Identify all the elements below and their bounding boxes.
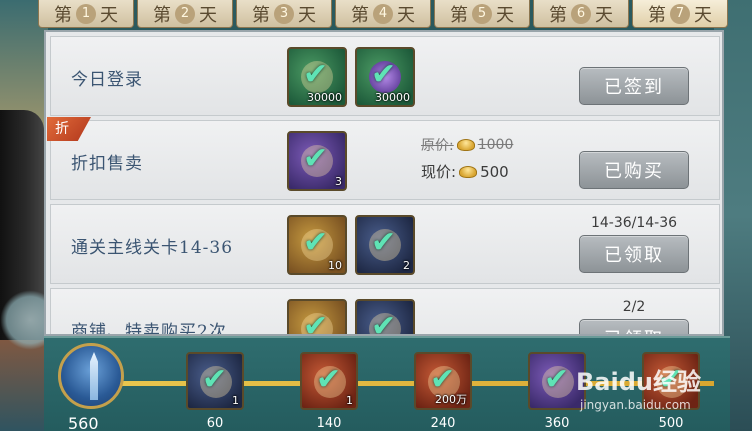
gold-ingot-icon (459, 165, 478, 178)
tab-day-4[interactable]: 第 4 天 (335, 0, 431, 28)
task-row-shop: 商铺、特卖购买2次 ✔ ✔ 2/2 已领取 (50, 288, 720, 336)
tab-day-5[interactable]: 第 5 天 (434, 0, 530, 28)
current-price-label: 现价: (421, 163, 457, 181)
milestone-coin-icon[interactable]: ✔ 200万 (414, 352, 472, 410)
tab-suffix: 天 (199, 4, 217, 26)
purchased-button[interactable]: 已购买 (579, 151, 689, 189)
reward-qty: 1 (346, 394, 353, 407)
sword-icon (90, 352, 98, 400)
check-icon: ✔ (371, 225, 397, 260)
activity-medal (58, 343, 124, 409)
task-title: 商铺、特卖购买2次 (71, 322, 227, 336)
milestone-label: 240 (430, 416, 456, 431)
tab-prefix: 第 (153, 4, 171, 26)
tab-number: 3 (274, 3, 294, 24)
gold-ingot-icon (456, 139, 475, 151)
task-row-stage: 通关主线关卡14-36 ✔ 10 ✔ 2 14-36/14-36 已领取 (50, 204, 720, 284)
tab-suffix: 天 (496, 4, 514, 26)
tab-prefix: 第 (252, 4, 270, 26)
original-price-label: 原价: (421, 138, 454, 154)
milestone-armor-icon[interactable]: ✔ 1 (186, 352, 244, 410)
task-progress: 14-36/14-36 (590, 215, 678, 231)
day-tabs: 第 1 天 第 2 天 第 3 天 第 4 天 第 5 天 第 6 天 第 7 … (38, 0, 728, 30)
tab-number: 1 (76, 3, 96, 24)
reward-qty: 2 (403, 259, 410, 272)
discount-badge: 折 (47, 117, 91, 141)
check-icon: ✔ (371, 309, 397, 336)
reward-sword-shield-icon[interactable]: ✔ 10 (287, 215, 347, 275)
milestone-label: 360 (544, 416, 570, 431)
tab-prefix: 第 (549, 4, 567, 26)
task-progress: 2/2 (622, 299, 646, 315)
tab-day-6[interactable]: 第 6 天 (533, 0, 629, 28)
reward-helmet-icon[interactable]: ✔ (355, 299, 415, 336)
reward-qty: 3 (335, 175, 342, 188)
task-panel: 今日登录 ✔ 30000 ✔ 30000 已签到 折 折扣售卖 ✔ 3 原价: … (44, 30, 724, 336)
milestone-book-icon[interactable]: ✔ 1 (300, 352, 358, 410)
original-price: 原价: 1000 (421, 135, 513, 155)
current-price-value: 500 (480, 162, 509, 181)
original-price-value: 1000 (477, 137, 514, 153)
signed-in-button[interactable]: 已签到 (579, 67, 689, 105)
tab-suffix: 天 (100, 4, 118, 26)
reward-qty: 30000 (307, 91, 342, 104)
milestone-label: 140 (316, 416, 342, 431)
milestone-label: 500 (658, 416, 684, 431)
reward-anvil-icon[interactable]: ✔ 2 (355, 215, 415, 275)
tab-prefix: 第 (450, 4, 468, 26)
tab-number: 4 (373, 3, 393, 24)
tab-suffix: 天 (397, 4, 415, 26)
task-title: 折扣售卖 (71, 154, 143, 174)
watermark: Baidu经验 (576, 368, 701, 396)
tab-prefix: 第 (351, 4, 369, 26)
reward-purple-orb-icon[interactable]: ✔ 30000 (355, 47, 415, 107)
milestone-label: 60 (206, 416, 224, 431)
tab-number: 6 (571, 3, 591, 24)
check-icon: ✔ (303, 309, 329, 336)
check-icon: ✔ (202, 362, 228, 397)
tab-day-7[interactable]: 第 7 天 (632, 0, 728, 28)
tab-day-2[interactable]: 第 2 天 (137, 0, 233, 28)
reward-qty: 200万 (435, 393, 467, 406)
check-icon: ✔ (303, 57, 329, 92)
reward-sword-shield-icon[interactable]: ✔ (287, 299, 347, 336)
check-icon: ✔ (303, 225, 329, 260)
activity-total: 560 (68, 414, 99, 431)
tab-number: 2 (175, 3, 195, 24)
task-row-login: 今日登录 ✔ 30000 ✔ 30000 已签到 (50, 36, 720, 116)
task-title: 通关主线关卡14-36 (71, 238, 234, 258)
claimed-button[interactable]: 已领取 (579, 235, 689, 273)
tab-number: 7 (670, 3, 690, 24)
task-title: 今日登录 (71, 70, 143, 90)
reward-coin-icon[interactable]: ✔ 30000 (287, 47, 347, 107)
reward-qty: 30000 (375, 91, 410, 104)
tab-day-3[interactable]: 第 3 天 (236, 0, 332, 28)
tab-day-1[interactable]: 第 1 天 (38, 0, 134, 28)
tab-suffix: 天 (694, 4, 712, 26)
tab-prefix: 第 (54, 4, 72, 26)
reward-qty: 1 (232, 394, 239, 407)
reward-qty: 10 (328, 259, 342, 272)
tab-suffix: 天 (298, 4, 316, 26)
claimed-button[interactable]: 已领取 (579, 319, 689, 334)
tab-number: 5 (472, 3, 492, 24)
check-icon: ✔ (316, 362, 342, 397)
reward-armor-icon[interactable]: ✔ 3 (287, 131, 347, 191)
check-icon: ✔ (303, 141, 329, 176)
tab-prefix: 第 (648, 4, 666, 26)
watermark-url: jingyan.baidu.com (580, 398, 691, 412)
tab-suffix: 天 (595, 4, 613, 26)
check-icon: ✔ (371, 57, 397, 92)
current-price: 现价: 500 (421, 161, 509, 182)
check-icon: ✔ (544, 362, 570, 397)
task-row-discount: 折 折扣售卖 ✔ 3 原价: 1000 现价: 500 已购买 (47, 117, 720, 200)
